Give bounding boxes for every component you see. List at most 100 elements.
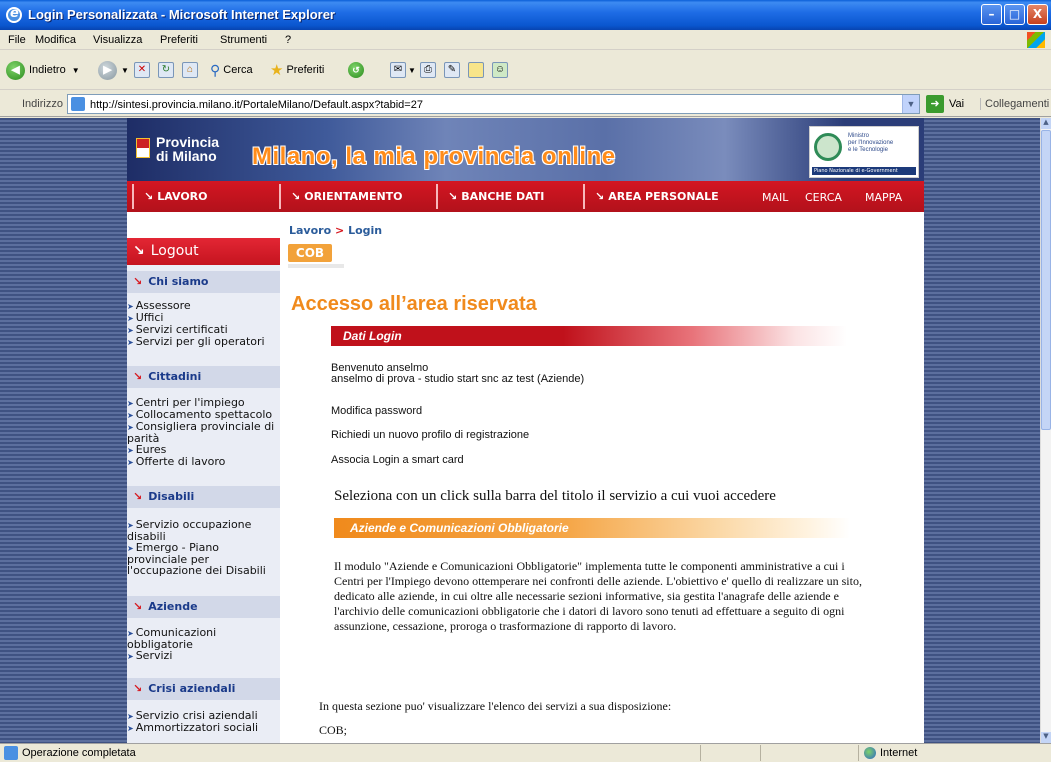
breadcrumb-lavoro[interactable]: Lavoro (289, 224, 331, 237)
go-button[interactable]: Vai (949, 98, 964, 110)
scroll-up-icon[interactable]: ▲ (1041, 118, 1051, 129)
user-info-text: anselmo di prova - studio start snc az t… (331, 373, 585, 385)
menu-modifica[interactable]: Modifica (35, 34, 76, 46)
nav-lavoro-label: LAVORO (157, 190, 208, 203)
sidebar-links-chi-siamo: ➤ Assessore ➤ Uffici ➤ Servizi certificati … (127, 300, 280, 348)
close-button[interactable]: X (1027, 4, 1048, 25)
arrow-icon: ↘ (133, 490, 143, 503)
sidebar-link-servizio-occupazione[interactable]: ➤ Servizio occupazione disabili (127, 519, 280, 542)
bullet-icon: ➤ (127, 338, 134, 347)
folder-icon (468, 62, 484, 78)
sidebar-links-cittadini: ➤ Centri per l'impiego ➤ Collocamento spet… (127, 397, 280, 468)
menu-visualizza[interactable]: Visualizza (93, 34, 142, 46)
sidebar-link-ammortizzatori[interactable]: ➤ Ammortizzatori sociali (127, 722, 280, 734)
ministry-text: Ministro per l'Innovazione e le Tecnolog… (848, 133, 893, 154)
print-button[interactable]: ⎙ (420, 60, 436, 80)
menu-strumenti[interactable]: Strumenti (220, 34, 267, 46)
favorites-button[interactable]: ★ Preferiti (270, 60, 324, 80)
vertical-scrollbar[interactable]: ▲ ▼ (1040, 118, 1051, 743)
mail-icon: ✉ (390, 62, 406, 78)
window-titlebar[interactable]: Login Personalizzata - Microsoft Interne… (0, 0, 1051, 30)
arrow-icon: ↘ (133, 275, 143, 288)
nav-lavoro[interactable]: ↘ LAVORO (132, 184, 272, 209)
nav-mail[interactable]: MAIL (762, 191, 788, 204)
internet-globe-icon (864, 747, 876, 759)
sidebar-link-comunicazioni[interactable]: ➤ Comunicazioni obbligatorie (127, 627, 280, 650)
right-background-stripes (924, 118, 1040, 743)
messenger-button[interactable]: ☺ (492, 60, 508, 80)
aziende-service-bar[interactable]: Aziende e Comunicazioni Obbligatorie (334, 518, 850, 538)
logout-button[interactable]: ↘ Logout (127, 238, 280, 265)
chevron-down-icon: ▼ (408, 65, 416, 75)
favorites-label: Preferiti (286, 64, 325, 76)
sidebar-section-aziende[interactable]: ↘ Aziende (127, 596, 280, 618)
service-item-cob[interactable]: COB; (319, 723, 347, 738)
sidebar-link-offerte[interactable]: ➤ Offerte di lavoro (127, 456, 280, 468)
smart-card-link[interactable]: Associa Login a smart card (331, 454, 464, 466)
sidebar-link-servizi-operatori[interactable]: ➤ Servizi per gli operatori (127, 336, 280, 348)
minimize-button[interactable]: – (981, 4, 1002, 25)
ministry-line1: Ministro (848, 133, 870, 139)
sidebar-section-cittadini[interactable]: ↘ Cittadini (127, 366, 280, 388)
history-button[interactable]: ↺ (348, 60, 364, 80)
menu-preferiti[interactable]: Preferiti (160, 34, 198, 46)
nav-area-personale-label: AREA PERSONALE (608, 190, 719, 203)
edit-button[interactable]: ✎ (444, 60, 460, 80)
go-arrow-icon[interactable]: ➜ (926, 95, 944, 113)
nav-arrow-icon: ↘ (448, 190, 458, 203)
nav-orientamento[interactable]: ↘ ORIENTAMENTO (279, 184, 429, 209)
select-service-instruction: Seleziona con un click sulla barra del t… (334, 488, 776, 504)
nav-banche-dati[interactable]: ↘ BANCHE DATI (436, 184, 576, 209)
bullet-icon: ➤ (127, 724, 134, 733)
banner-slogan: Milano, la mia provincia online (252, 143, 616, 170)
sidebar-section-chi-siamo[interactable]: ↘ Chi siamo (127, 271, 280, 293)
link-label: Comunicazioni obbligatorie (127, 626, 217, 651)
link-label: Emergo - Piano provinciale per l'occupaz… (127, 541, 266, 577)
status-divider (700, 745, 701, 761)
refresh-button[interactable]: ↻ (158, 60, 174, 80)
scroll-down-icon[interactable]: ▼ (1041, 732, 1051, 743)
discuss-button[interactable] (468, 60, 484, 80)
home-button[interactable]: ⌂ (182, 60, 198, 80)
service-description: Il modulo "Aziende e Comunicazioni Obbli… (334, 559, 862, 633)
search-button[interactable]: ⚲ Cerca (210, 60, 253, 80)
nav-area-personale[interactable]: ↘ AREA PERSONALE (583, 184, 743, 209)
bullet-icon: ➤ (127, 712, 134, 721)
maximize-button[interactable]: □ (1004, 4, 1025, 25)
sidebar-section-disabili[interactable]: ↘ Disabili (127, 486, 280, 508)
links-button[interactable]: Collegamenti (980, 98, 1049, 110)
link-label: Consigliera provinciale di parità (127, 420, 275, 445)
nav-cerca[interactable]: CERCA (805, 191, 842, 204)
menu-help[interactable]: ? (285, 34, 291, 46)
sidebar-link-servizi[interactable]: ➤ Servizi (127, 650, 280, 662)
province-logo[interactable]: Provincia di Milano (156, 135, 219, 163)
mail-button[interactable]: ✉ ▼ (390, 60, 416, 80)
sidebar-section-crisi[interactable]: ↘ Crisi aziendali (127, 678, 280, 700)
sidebar-link-emergo[interactable]: ➤ Emergo - Piano provinciale per l'occupa… (127, 542, 280, 576)
scroll-thumb[interactable] (1041, 130, 1051, 430)
nuovo-profilo-link[interactable]: Richiedi un nuovo profilo di registrazio… (331, 429, 529, 441)
back-button[interactable]: ◀ Indietro ▼ (6, 60, 80, 80)
nav-mappa[interactable]: MAPPA (865, 191, 902, 204)
sidebar-links-aziende: ➤ Comunicazioni obbligatorie ➤ Servizi (127, 627, 280, 662)
menu-file[interactable]: File (8, 34, 26, 46)
chevron-down-icon[interactable]: ▼ (902, 95, 919, 113)
logout-label: Logout (150, 243, 199, 259)
section-title: Cittadini (148, 370, 202, 383)
bullet-icon: ➤ (127, 314, 134, 323)
tab-cob[interactable]: COB (288, 244, 332, 262)
province-line2: di Milano (156, 148, 217, 164)
sidebar-link-consigliera[interactable]: ➤ Consigliera provinciale di parità (127, 421, 280, 444)
forward-button[interactable]: ▶ ▼ (98, 60, 129, 80)
stop-button[interactable]: ✕ (134, 60, 150, 80)
section-title: Crisi aziendali (148, 682, 236, 695)
section-title: Aziende (148, 600, 198, 613)
toolbar: ◀ Indietro ▼ ▶ ▼ ✕ ↻ ⌂ ⚲ Cerca ★ Preferi… (0, 50, 1051, 90)
link-label: Servizio occupazione disabili (127, 518, 252, 543)
modifica-password-link[interactable]: Modifica password (331, 405, 422, 417)
breadcrumb: Lavoro > Login (289, 224, 382, 237)
ministry-logo[interactable]: Ministro per l'Innovazione e le Tecnolog… (809, 126, 919, 178)
url-input[interactable]: http://sintesi.provincia.milano.it/Porta… (67, 94, 920, 114)
search-label: Cerca (223, 64, 253, 76)
history-icon: ↺ (348, 62, 364, 78)
